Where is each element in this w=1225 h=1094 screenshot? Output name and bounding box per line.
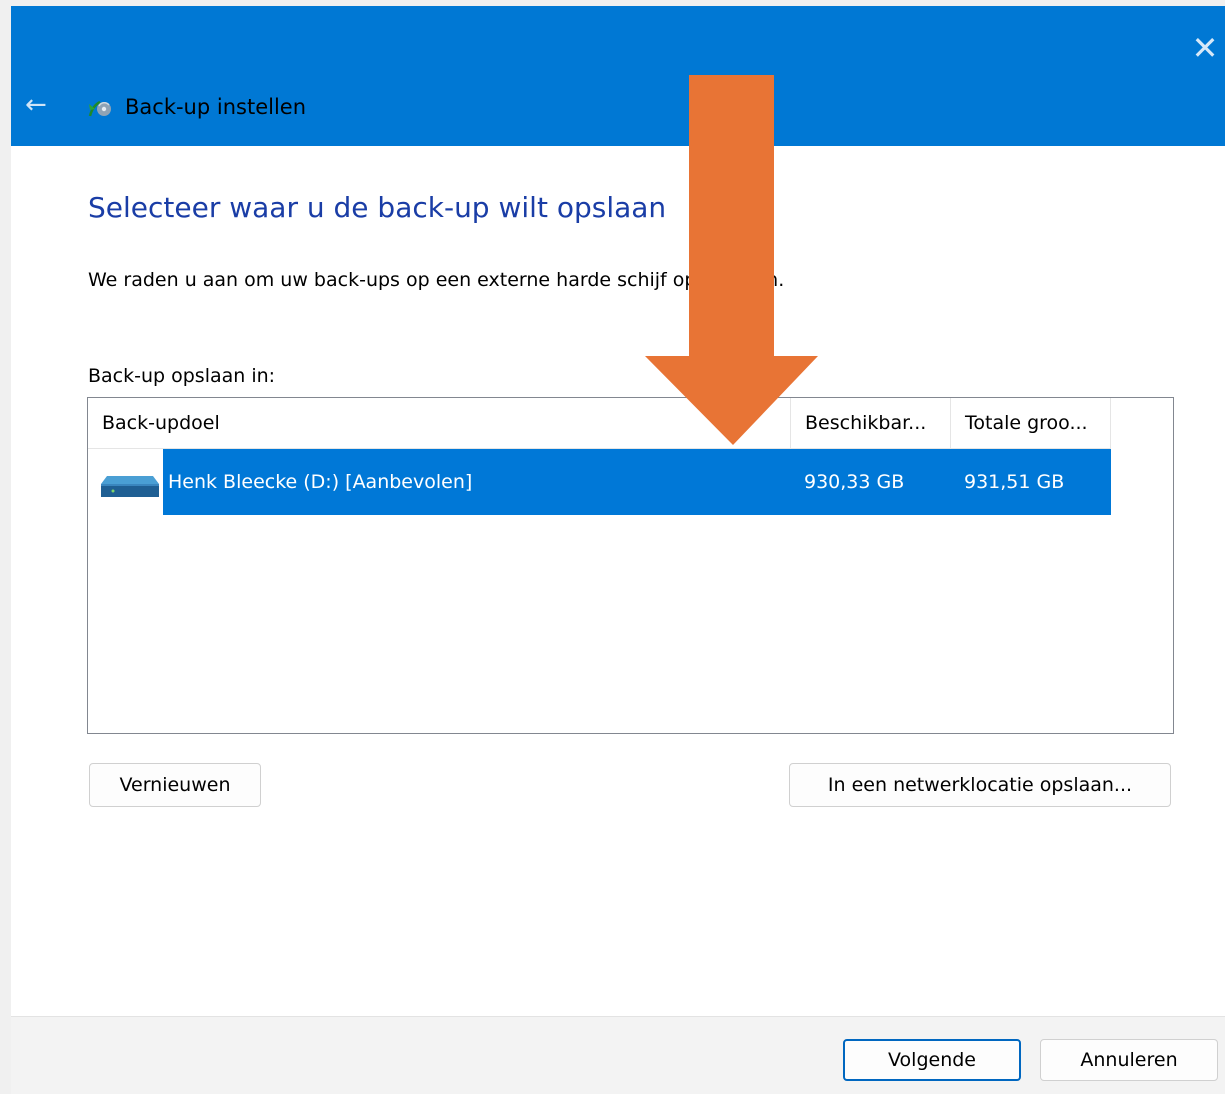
drive-icon <box>101 476 159 497</box>
next-button[interactable]: Volgende <box>843 1039 1021 1081</box>
page-heading: Selecteer waar u de back-up wilt opslaan <box>88 191 667 224</box>
back-arrow-icon[interactable]: ← <box>25 90 55 120</box>
drive-name: Henk Bleecke (D:) [Aanbevolen] <box>168 471 473 493</box>
save-network-location-button[interactable]: In een netwerklocatie opslaan... <box>789 763 1171 807</box>
drive-available: 930,33 GB <box>804 471 905 493</box>
list-row-drive-d[interactable]: Henk Bleecke (D:) [Aanbevolen] 930,33 GB… <box>88 449 1111 515</box>
list-label: Back-up opslaan in: <box>88 365 276 387</box>
title-bar: ✕ ← Back-up instellen <box>11 6 1225 146</box>
close-icon[interactable]: ✕ <box>1185 26 1225 70</box>
refresh-button[interactable]: Vernieuwen <box>89 763 261 807</box>
backup-dialog-window: ✕ ← Back-up instellen Selecteer waar u d… <box>11 6 1225 1094</box>
down-arrow-annotation <box>645 75 818 445</box>
backup-target-list[interactable]: Back-updoel Beschikbar... Totale groo...… <box>87 397 1174 734</box>
column-header-total[interactable]: Totale groo... <box>951 398 1111 449</box>
drive-total: 931,51 GB <box>964 471 1065 493</box>
cancel-button[interactable]: Annuleren <box>1040 1039 1218 1081</box>
backup-app-icon <box>88 100 111 117</box>
footer-bar: Volgende Annuleren <box>11 1016 1225 1094</box>
list-header: Back-updoel Beschikbar... Totale groo... <box>88 398 1111 449</box>
window-title: Back-up instellen <box>125 95 307 119</box>
